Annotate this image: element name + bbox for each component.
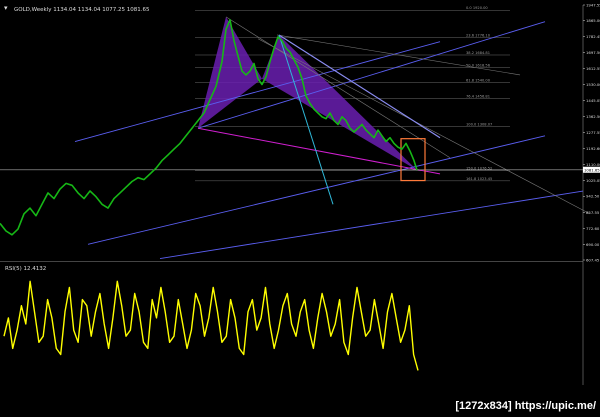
price-tick-label: 1865.00	[586, 18, 600, 23]
fib-label: 61.8 1540.00	[466, 79, 491, 83]
price-tick-label: 690.00	[586, 242, 600, 247]
fib-label: 161.8 1023.45	[466, 177, 492, 181]
fib-label: 76.4 1456.81	[466, 94, 490, 98]
price-tick-label: 1025.05	[586, 178, 600, 183]
menu-arrow-icon[interactable]: ▾	[4, 4, 8, 12]
price-tick-label: 1362.50	[586, 114, 600, 119]
price-tick-label: 1697.50	[586, 50, 600, 55]
chart-canvas[interactable]: 0.0 1920.00 23.6 1776.10 38.2 1684.81 50.0 …	[0, 0, 600, 413]
price-tick-label: 1782.45	[586, 34, 600, 39]
price-tick-label: 1277.55	[586, 130, 600, 135]
price-tick-label: 1530.00	[586, 82, 600, 87]
fib-label: 50.0 1618.56	[466, 64, 491, 68]
fib-label: 150.0 1076.52	[466, 167, 492, 171]
fib-label: 100.0 1308.07	[466, 123, 492, 127]
fib-label: 38.2 1684.81	[466, 51, 490, 55]
watermark: [1272x834] https://upic.me/	[453, 400, 598, 412]
rsi-header: RSI(5) 12.4132	[5, 266, 46, 272]
price-tick-label: 857.55	[586, 210, 600, 215]
price-tick-label: 1110.00	[586, 162, 600, 167]
price-tick-label: 1612.55	[586, 66, 600, 71]
price-tick-label: 942.50	[586, 194, 600, 199]
price-tick-label: 1192.60	[586, 146, 600, 151]
fib-label: 23.6 1776.10	[466, 34, 491, 38]
price-tick-label: 1947.55	[586, 3, 600, 8]
symbol-header: GOLD,Weekly 1134.04 1134.04 1077.25 1081…	[14, 7, 150, 13]
price-tick-label: 607.45	[586, 258, 600, 263]
price-chart-window[interactable]: 0.0 1920.00 23.6 1776.10 38.2 1684.81 50.0 …	[0, 0, 600, 413]
fib-label: 0.0 1920.00	[466, 6, 488, 10]
current-price-label: 1081.65	[584, 167, 600, 172]
price-tick-label: 772.60	[586, 226, 600, 231]
price-tick-label: 1445.05	[586, 98, 600, 103]
